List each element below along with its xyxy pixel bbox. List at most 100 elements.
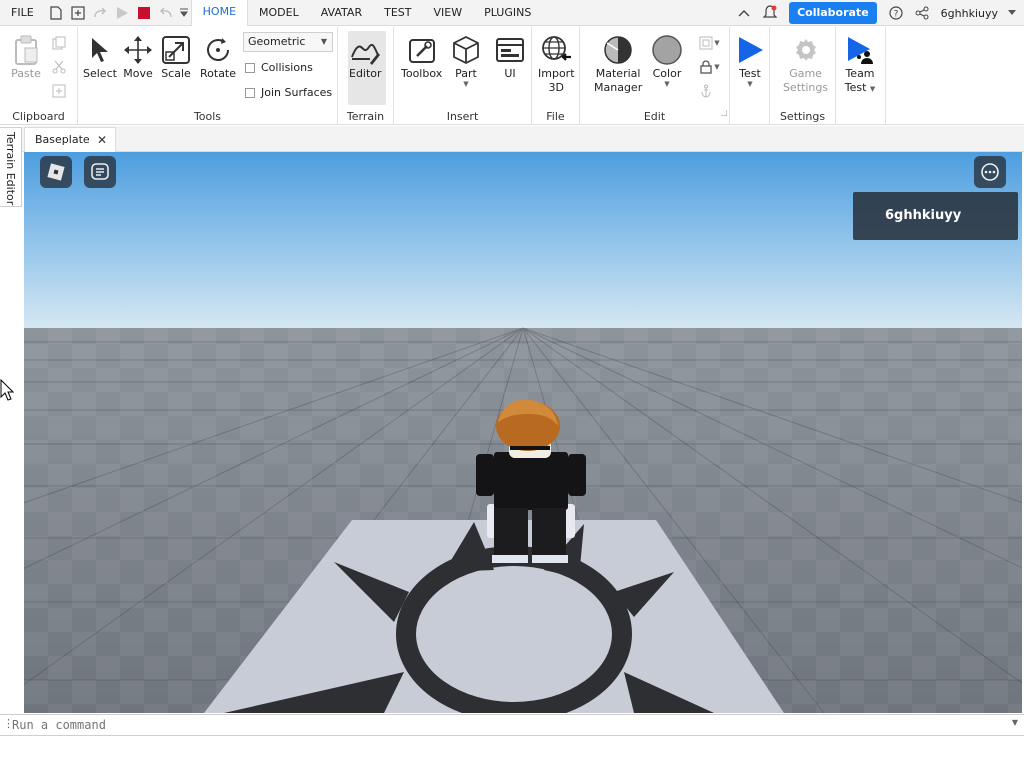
chat-button[interactable]	[84, 156, 116, 188]
test-button[interactable]: Test ▼	[734, 33, 766, 88]
command-history-chevron-icon[interactable]: ▼	[1012, 718, 1018, 727]
tab-view[interactable]: VIEW	[422, 0, 473, 26]
settings-group-label: Settings	[779, 110, 826, 123]
cut-icon[interactable]	[51, 59, 67, 75]
color-button[interactable]: Color ▼	[651, 33, 683, 88]
material-manager-button[interactable]: Material Manager	[594, 33, 642, 94]
tools-group-label: Tools	[193, 110, 222, 123]
import-3d-button[interactable]: Import 3D	[538, 33, 575, 94]
dropdown-arrow-icon: ▼	[320, 37, 327, 46]
quick-access-dropdown-icon[interactable]	[177, 0, 191, 26]
move-tool-button[interactable]: Move	[122, 33, 154, 80]
duplicate-icon[interactable]	[51, 83, 67, 99]
collapse-ribbon-icon[interactable]	[733, 0, 755, 26]
import-3d-globe-icon	[540, 33, 572, 67]
file-group-label: File	[546, 110, 565, 123]
part-cube-icon	[450, 33, 482, 67]
clipboard-group-label: Clipboard	[12, 110, 65, 123]
select-cursor-icon	[84, 33, 116, 67]
save-icon[interactable]	[67, 0, 89, 26]
team-test-label-line2-row: Test ▼	[845, 81, 876, 94]
redo-icon[interactable]	[89, 0, 111, 26]
collisions-label: Collisions	[261, 61, 313, 74]
menu-file[interactable]: FILE	[0, 0, 45, 26]
game-settings-button[interactable]: Game Settings	[783, 33, 828, 94]
material-label-line2: Manager	[594, 81, 643, 94]
copy-icon[interactable]	[51, 35, 67, 51]
color-label: Color	[652, 67, 682, 80]
team-test-icon	[844, 33, 876, 67]
terrain-editor-button[interactable]: Editor	[349, 33, 382, 80]
ui-window-icon	[494, 33, 526, 67]
group-clipboard: Paste Clipboard	[0, 27, 78, 125]
rotate-label: Rotate	[200, 67, 237, 80]
test-play-icon	[734, 33, 766, 67]
new-file-icon[interactable]	[45, 0, 67, 26]
group-settings: Game Settings Settings	[770, 27, 836, 125]
test-label: Test	[739, 67, 761, 80]
transform-mode-value: Geometric	[248, 35, 306, 48]
player-list-entry[interactable]: 6ghhkiuyy	[853, 192, 1018, 240]
terrain-editor-icon	[349, 33, 381, 67]
group-edit: Material Manager Color ▼ ▼ ▼ Edit	[580, 27, 730, 125]
test-caret-icon: ▼	[747, 80, 753, 88]
sky	[24, 152, 1022, 330]
toolbox-icon	[406, 33, 438, 67]
ui-button[interactable]: UI	[494, 33, 526, 80]
close-tab-icon[interactable]: ✕	[97, 128, 107, 152]
join-surfaces-checkbox-box[interactable]	[245, 87, 255, 98]
group-test: Test ▼	[730, 27, 770, 125]
undo-icon[interactable]	[155, 0, 177, 26]
roblox-menu-button[interactable]	[40, 156, 72, 188]
tab-test[interactable]: TEST	[373, 0, 422, 26]
material-label-line1: Material	[595, 67, 641, 80]
material-manager-icon	[602, 33, 634, 67]
player-list-name: 6ghhkiuyy	[885, 208, 962, 223]
group-terrain: Editor Terrain	[338, 27, 394, 125]
team-test-button[interactable]: Team Test ▼	[844, 33, 876, 94]
command-input[interactable]	[12, 716, 1002, 734]
paste-icon	[10, 33, 42, 67]
group-insert: Toolbox Part ▼ UI Insert	[394, 27, 532, 125]
collisions-checkbox[interactable]: Collisions	[245, 61, 313, 74]
paste-button[interactable]: Paste	[10, 33, 42, 80]
more-options-button[interactable]	[974, 156, 1006, 188]
tab-model[interactable]: MODEL	[248, 0, 310, 26]
user-menu[interactable]: 6ghhkiuyy	[937, 7, 1002, 20]
tab-avatar[interactable]: AVATAR	[310, 0, 373, 26]
baseplate-tab-label: Baseplate	[35, 133, 90, 146]
join-surfaces-checkbox[interactable]: Join Surfaces	[245, 86, 332, 99]
mouse-cursor-icon	[0, 379, 14, 401]
part-button[interactable]: Part ▼	[450, 33, 482, 88]
stop-icon[interactable]	[133, 0, 155, 26]
group-caret-icon[interactable]: ▼	[712, 35, 722, 51]
user-chevron-down-icon[interactable]	[1006, 0, 1018, 26]
command-bar: ⋮ ▼	[0, 714, 1024, 736]
rotate-tool-button[interactable]: Rotate	[200, 33, 236, 80]
rotate-icon	[202, 33, 234, 67]
toolbox-label: Toolbox	[401, 67, 443, 80]
menu-right-area: Collaborate ? 6ghhkiuyy	[733, 0, 1024, 26]
toolbox-button[interactable]: Toolbox	[401, 33, 442, 80]
collaborate-button[interactable]: Collaborate	[789, 2, 877, 24]
tab-plugins[interactable]: PLUGINS	[473, 0, 542, 26]
help-icon[interactable]: ?	[885, 0, 907, 26]
terrain-editor-side-tab[interactable]: Terrain Editor	[0, 127, 22, 207]
play-icon[interactable]	[111, 0, 133, 26]
group-file: Import 3D File	[532, 27, 580, 125]
select-tool-button[interactable]: Select	[83, 33, 117, 80]
notifications-icon[interactable]	[759, 0, 781, 26]
3d-viewport[interactable]: 6ghhkiuyy	[24, 152, 1022, 713]
share-icon[interactable]	[911, 0, 933, 26]
collisions-checkbox-box[interactable]	[245, 62, 255, 73]
group-tools: Select Move Scale Rotate Geometric ▼ Col…	[78, 27, 338, 125]
lock-caret-icon[interactable]: ▼	[712, 59, 722, 75]
anchor-icon[interactable]	[698, 83, 714, 99]
tab-baseplate[interactable]: Baseplate ✕	[24, 127, 116, 152]
scale-tool-button[interactable]: Scale	[160, 33, 192, 80]
transform-mode-dropdown[interactable]: Geometric ▼	[243, 32, 333, 52]
part-caret-icon: ▼	[463, 80, 469, 88]
tab-home[interactable]: HOME	[190, 0, 249, 26]
team-test-label-line2: Test	[844, 81, 867, 94]
scale-label: Scale	[161, 67, 191, 80]
